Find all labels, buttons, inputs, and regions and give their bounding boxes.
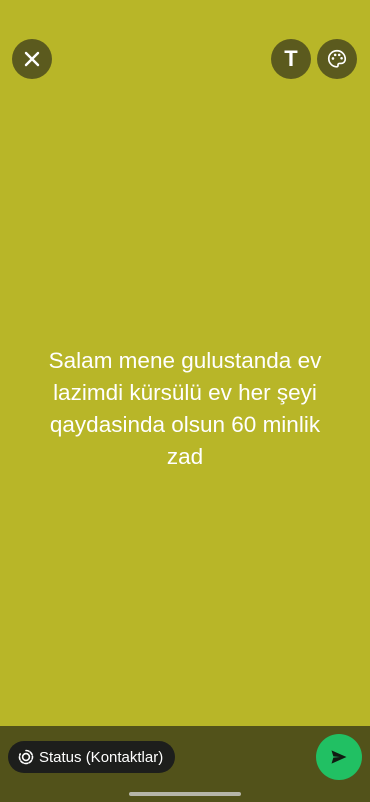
send-button[interactable] (316, 734, 362, 780)
status-icon (18, 749, 34, 765)
status-audience-button[interactable]: Status (Kontaktlar) (8, 741, 176, 773)
home-indicator (129, 792, 241, 796)
text-tool-button[interactable]: T (271, 39, 311, 79)
text-tool-label: T (284, 46, 298, 71)
close-button[interactable] (12, 39, 52, 79)
status-audience-label: Status (Kontaktlar) (39, 748, 164, 766)
palette-button[interactable] (317, 39, 357, 79)
close-icon (24, 51, 40, 67)
status-text[interactable]: Salam mene gulustanda ev lazimdi kürsülü… (30, 345, 340, 473)
palette-icon (327, 49, 347, 68)
send-icon (331, 750, 347, 764)
